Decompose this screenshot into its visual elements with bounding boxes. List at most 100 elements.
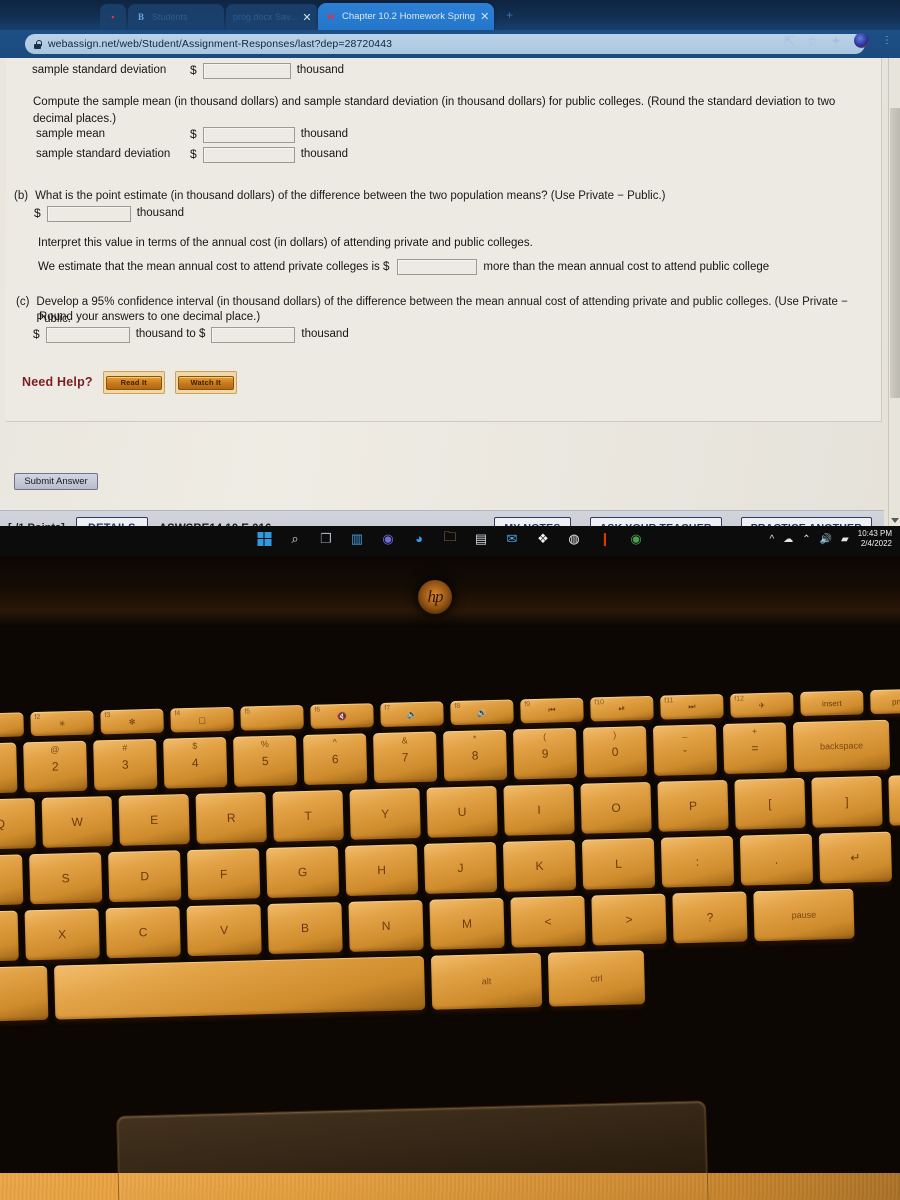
key-fn-1[interactable]: f1? bbox=[0, 712, 24, 738]
ask-your-teacher-button[interactable]: ASK YOUR TEACHER bbox=[589, 516, 722, 526]
key-↵[interactable]: ↵ bbox=[818, 831, 893, 884]
details-button[interactable]: DETAILS bbox=[75, 516, 148, 526]
onedrive-icon[interactable]: ☁ bbox=[783, 534, 793, 545]
key-fn-10[interactable]: f10 ⏯ bbox=[590, 695, 654, 722]
key-fn-11[interactable]: f11 ⏭ bbox=[660, 694, 724, 720]
key-j[interactable]: J bbox=[423, 842, 498, 894]
key-4[interactable]: $4 bbox=[163, 737, 228, 789]
public-mean-input[interactable] bbox=[202, 126, 295, 143]
key-<[interactable]: < bbox=[510, 895, 586, 948]
key-fn-8[interactable]: f8 🔊 bbox=[450, 699, 514, 726]
dropbox-icon[interactable]: ❖ bbox=[534, 529, 553, 548]
key-c[interactable]: C bbox=[105, 906, 181, 959]
key-m[interactable]: M bbox=[429, 897, 505, 950]
key-fn-5[interactable]: f5 bbox=[240, 705, 304, 731]
file-explorer-icon[interactable]: 🗀 bbox=[441, 529, 460, 548]
key-:[interactable]: : bbox=[660, 835, 735, 888]
chevron-up-icon[interactable]: ^ bbox=[770, 534, 775, 545]
my-notes-button[interactable]: MY NOTES bbox=[494, 516, 571, 526]
key-w[interactable]: W bbox=[41, 796, 113, 848]
scrollbar-thumb[interactable] bbox=[890, 108, 900, 398]
search-icon[interactable]: ⌕ bbox=[286, 529, 305, 548]
key-g[interactable]: G bbox=[265, 846, 340, 899]
watch-it-button[interactable]: Watch It bbox=[177, 376, 234, 391]
browser-tab-active[interactable]: W Chapter 10.2 Homework Spring ✕ bbox=[318, 3, 494, 30]
page-scrollbar[interactable] bbox=[888, 58, 900, 526]
submit-answer-button[interactable]: Submit Answer bbox=[14, 473, 98, 490]
profile-avatar[interactable] bbox=[854, 33, 869, 48]
key-f[interactable]: F bbox=[187, 848, 261, 901]
trackpad[interactable] bbox=[116, 1100, 710, 1200]
extensions-icon[interactable]: ✦ bbox=[831, 35, 841, 47]
mail-icon[interactable]: ✉ bbox=[503, 529, 522, 548]
key-alt-0[interactable]: alt bbox=[0, 965, 49, 1023]
new-tab-button[interactable]: + bbox=[506, 8, 513, 22]
key-0[interactable]: ) 0 bbox=[582, 726, 648, 778]
key-ctrl-3[interactable]: ctrl bbox=[547, 950, 646, 1007]
address-bar[interactable]: webassign.net/web/Student/Assignment-Res… bbox=[25, 34, 865, 54]
key-b[interactable]: B bbox=[267, 902, 343, 955]
browser-tab-0[interactable]: ▪ bbox=[100, 4, 126, 30]
key-l[interactable]: L bbox=[581, 837, 656, 890]
key-9[interactable]: (9 bbox=[512, 727, 578, 780]
widgets-icon[interactable]: ▥ bbox=[348, 529, 367, 548]
close-icon[interactable]: ✕ bbox=[480, 10, 489, 23]
private-sd-input[interactable] bbox=[202, 62, 291, 79]
key-fn-13[interactable]: insert bbox=[800, 690, 864, 716]
key-p[interactable]: P bbox=[657, 779, 729, 832]
key-o[interactable]: O bbox=[580, 781, 652, 834]
key-fn-6[interactable]: f6 🔇 bbox=[310, 703, 374, 729]
key-pause[interactable]: pause bbox=[753, 888, 855, 942]
key-u[interactable]: U bbox=[426, 785, 498, 838]
browser-tab-2[interactable]: prog.docx Sav... ✕ bbox=[226, 4, 318, 30]
key-fn-12[interactable]: f12 ✈ bbox=[730, 692, 794, 718]
key-d[interactable]: D bbox=[108, 850, 182, 903]
key-fn-4[interactable]: f4 ▢ bbox=[170, 706, 234, 733]
key-6[interactable]: ^ 6 bbox=[303, 733, 368, 786]
key-k[interactable]: K bbox=[502, 839, 577, 892]
key-h[interactable]: H bbox=[344, 844, 419, 896]
laptop-keyboard[interactable]: f1? f2 ✳ f3 ✻ f4 ▢ f5 f6 🔇 f7 🔉 f8 🔊 f9 ⏮ f10 ⏯ f11 ⏭ f12 ✈ in… bbox=[0, 674, 900, 1060]
part-b-estimate-input[interactable] bbox=[397, 259, 478, 276]
part-c-upper-input[interactable] bbox=[211, 326, 296, 343]
scroll-down-arrow-icon[interactable] bbox=[891, 518, 899, 523]
key-t[interactable]: T bbox=[272, 790, 344, 842]
share-icon[interactable]: ⇱ bbox=[784, 35, 794, 47]
key-r[interactable]: R bbox=[195, 792, 267, 844]
key-5[interactable]: % 5 bbox=[233, 735, 298, 787]
volume-icon[interactable]: 🔊 bbox=[820, 534, 832, 545]
key-[[interactable]: [ bbox=[734, 777, 806, 830]
key-\[interactable]: \ bbox=[888, 773, 900, 826]
key->[interactable]: > bbox=[591, 893, 667, 946]
read-it-button[interactable]: Read It bbox=[105, 376, 162, 391]
task-view-icon[interactable]: ❐ bbox=[317, 529, 336, 548]
key-1[interactable]: !1 bbox=[0, 742, 18, 795]
browser-tab-1[interactable]: B Students bbox=[128, 4, 224, 30]
key-fn-7[interactable]: f7 🔉 bbox=[380, 701, 444, 727]
key-x[interactable]: X bbox=[24, 908, 100, 961]
edge-icon[interactable]: ◕ bbox=[410, 529, 429, 548]
taskbar-clock[interactable]: 10:43 PM 2/4/2022 bbox=[858, 529, 892, 549]
key-=[interactable]: + = bbox=[722, 722, 788, 775]
wifi-icon[interactable]: ⌃ bbox=[802, 534, 810, 545]
key-2[interactable]: @2 bbox=[23, 740, 88, 793]
chrome-icon[interactable]: ◉ bbox=[627, 529, 646, 548]
start-windows-icon[interactable] bbox=[255, 529, 274, 548]
key-i[interactable]: I bbox=[503, 783, 575, 836]
practice-another-button[interactable]: PRACTICE ANOTHER bbox=[740, 516, 872, 526]
part-b-input[interactable] bbox=[46, 205, 131, 222]
key-][interactable]: ] bbox=[811, 775, 883, 828]
key-fn-3[interactable]: f3 ✻ bbox=[100, 708, 164, 735]
key--[interactable]: _ - bbox=[652, 724, 718, 776]
battery-icon[interactable]: ▰ bbox=[841, 534, 849, 545]
public-sd-input[interactable] bbox=[202, 146, 295, 163]
key-a[interactable]: A bbox=[0, 854, 24, 907]
key-y[interactable]: Y bbox=[349, 788, 421, 840]
key-7[interactable]: & 7 bbox=[373, 731, 438, 784]
key-z[interactable]: Z bbox=[0, 910, 19, 963]
key-e[interactable]: E bbox=[118, 794, 190, 846]
bookmark-star-icon[interactable]: ☆ bbox=[807, 35, 818, 47]
teams-icon[interactable]: ◉ bbox=[379, 529, 398, 548]
key-.[interactable]: . bbox=[739, 833, 814, 886]
key-3[interactable]: #3 bbox=[93, 738, 158, 791]
